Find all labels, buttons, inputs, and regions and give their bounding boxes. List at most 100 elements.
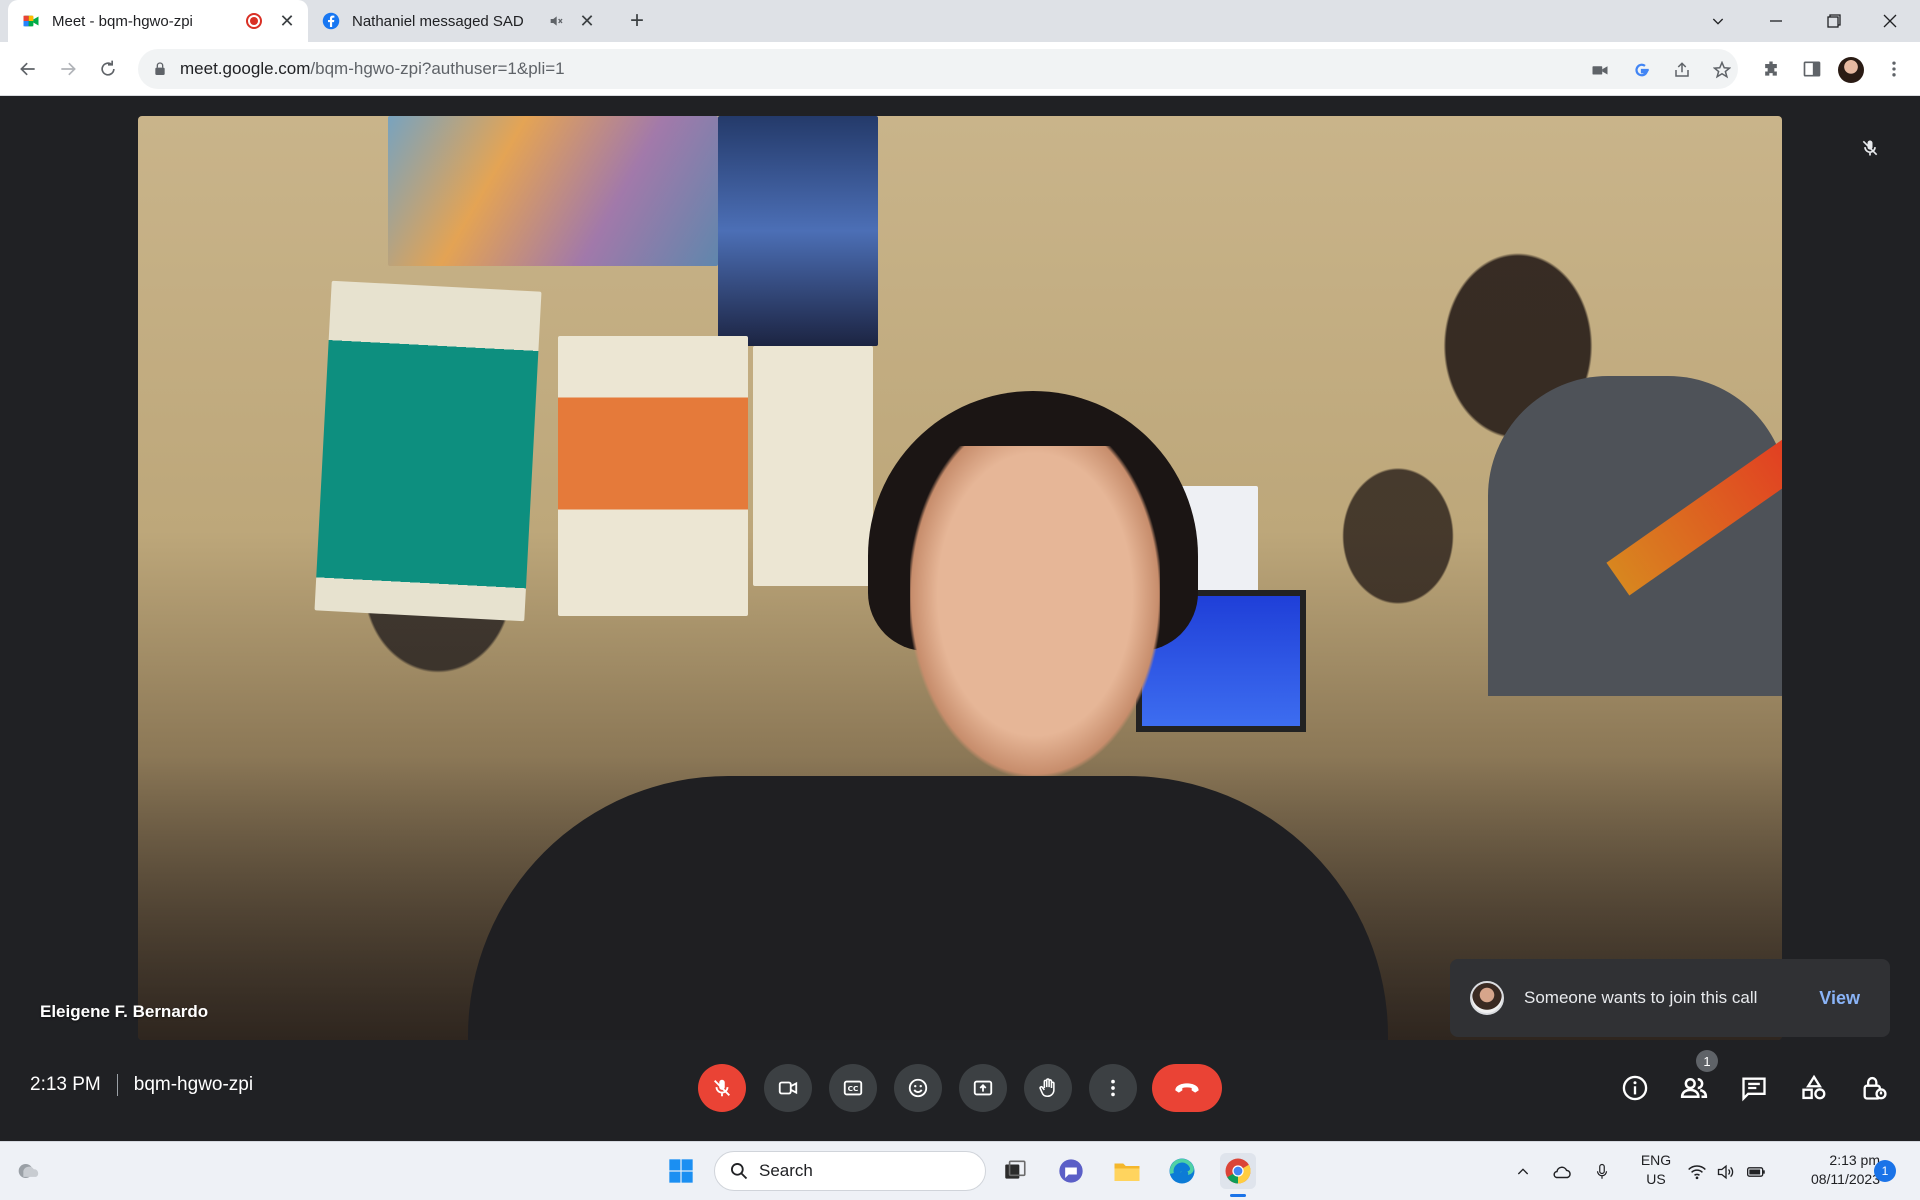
extensions-icon[interactable] (1757, 55, 1785, 83)
minimize-button[interactable] (1748, 0, 1804, 42)
lock-icon[interactable] (152, 61, 168, 77)
edge-browser-icon[interactable] (1164, 1153, 1200, 1189)
chat-icon (1742, 1077, 1766, 1102)
wifi-icon[interactable] (1685, 1160, 1709, 1184)
url-path: /bqm-hgwo-zpi?authuser=1&pli=1 (310, 59, 565, 78)
clock-time: 2:13 pm (1829, 1152, 1880, 1168)
windows-logo-icon (669, 1159, 693, 1183)
teams-chat-icon[interactable] (1053, 1153, 1089, 1189)
browser-toolbar: meet.google.com/bqm-hgwo-zpi?authuser=1&… (0, 42, 1920, 96)
forward-button[interactable] (52, 53, 84, 85)
requester-avatar (1470, 981, 1504, 1015)
camera-in-use-icon[interactable] (1590, 60, 1610, 80)
show-hidden-icons-chevron-icon[interactable] (1511, 1160, 1535, 1184)
activities-icon (1802, 1074, 1826, 1100)
restore-button[interactable] (1806, 0, 1862, 42)
url-host: meet.google.com (180, 59, 311, 78)
close-tab-icon[interactable]: ✕ (274, 8, 300, 34)
back-button[interactable] (12, 53, 44, 85)
more-vert-icon (1111, 1079, 1115, 1097)
poster (388, 116, 718, 266)
activities-button[interactable] (1798, 1072, 1830, 1104)
person-right (1488, 376, 1782, 696)
language-code: ENG (1640, 1152, 1672, 1168)
google-meet-icon (23, 15, 39, 27)
toggle-mic-button[interactable] (698, 1064, 746, 1112)
participant-video[interactable] (138, 116, 1782, 1040)
system-clock[interactable]: 2:13 pm 08/11/2023 (1780, 1151, 1880, 1189)
close-tab-icon[interactable]: ✕ (574, 8, 600, 34)
bookmark-star-icon[interactable] (1712, 60, 1732, 80)
chat-button[interactable] (1738, 1072, 1770, 1104)
divider (116, 1074, 118, 1096)
people-button[interactable] (1678, 1072, 1710, 1104)
tab-title: Nathaniel messaged SAD (352, 12, 524, 30)
closed-captions-icon: CC (843, 1080, 863, 1096)
host-controls-button[interactable] (1858, 1072, 1890, 1104)
more-options-button[interactable] (1089, 1064, 1137, 1112)
chrome-browser-icon[interactable] (1220, 1153, 1256, 1189)
info-icon (1622, 1075, 1648, 1101)
input-language[interactable]: ENG US (1634, 1151, 1678, 1189)
reactions-button[interactable] (894, 1064, 942, 1112)
tab-facebook[interactable]: Nathaniel messaged SAD ✕ (308, 0, 608, 42)
weather-widget-icon[interactable] (10, 1153, 46, 1189)
wanted-poster (558, 336, 748, 616)
reload-button[interactable] (92, 53, 124, 85)
search-placeholder: Search (759, 1161, 813, 1180)
end-call-icon (1175, 1083, 1199, 1093)
battery-icon[interactable] (1744, 1160, 1768, 1184)
google-lens-icon[interactable] (1632, 60, 1652, 80)
close-window-button[interactable] (1862, 0, 1918, 42)
toggle-camera-button[interactable] (764, 1064, 812, 1112)
active-app-indicator (1230, 1194, 1246, 1197)
tab-meet[interactable]: Meet - bqm-hgwo-zpi ✕ (8, 0, 308, 42)
present-screen-button[interactable] (959, 1064, 1007, 1112)
wanted-poster (314, 280, 542, 622)
people-count-badge: 1 (1696, 1050, 1718, 1072)
person-center-face (910, 446, 1160, 776)
notification-count-badge[interactable]: 1 (1874, 1160, 1896, 1182)
keyboard-layout: US (1646, 1171, 1666, 1187)
present-screen-icon (973, 1080, 993, 1096)
profile-avatar[interactable] (1838, 57, 1864, 83)
search-icon (731, 1163, 748, 1180)
join-request-message: Someone wants to join this call (1524, 988, 1758, 1007)
browser-tabstrip: Meet - bqm-hgwo-zpi ✕ Nathaniel messaged… (0, 0, 1920, 42)
host-lock-icon (1863, 1076, 1887, 1100)
svg-text:CC: CC (848, 1084, 859, 1093)
meeting-info: 2:13 PM bqm-hgwo-zpi (30, 1074, 253, 1096)
meeting-time: 2:13 PM (30, 1074, 101, 1095)
clock-date: 08/11/2023 (1810, 1171, 1880, 1187)
menu-kebab-icon[interactable] (1880, 55, 1908, 83)
task-view-icon[interactable] (997, 1153, 1033, 1189)
volume-icon[interactable] (1714, 1160, 1738, 1184)
raise-hand-button[interactable] (1024, 1064, 1072, 1112)
share-icon[interactable] (1672, 60, 1692, 80)
people-icon (1680, 1078, 1708, 1098)
meeting-details-button[interactable] (1619, 1072, 1651, 1104)
file-explorer-icon[interactable] (1109, 1153, 1145, 1189)
person-center-shirt (468, 776, 1388, 1040)
poster (718, 116, 878, 346)
new-tab-button[interactable]: + (622, 6, 652, 36)
captions-button[interactable]: CC (829, 1064, 877, 1112)
microphone-in-use-icon[interactable] (1590, 1160, 1614, 1184)
wanted-poster (753, 346, 873, 586)
mic-off-indicator-icon (1857, 135, 1883, 161)
taskbar-search[interactable]: Search (714, 1151, 986, 1191)
facebook-icon (322, 12, 340, 30)
onedrive-cloud-icon[interactable] (1550, 1160, 1574, 1184)
join-request-toast: Someone wants to join this call View (1450, 959, 1890, 1037)
meet-stage: Eleigene F. Bernardo Someone wants to jo… (0, 97, 1920, 1141)
view-join-request-button[interactable]: View (1819, 988, 1860, 1009)
speaker-muted-icon[interactable] (548, 13, 564, 29)
start-button[interactable] (663, 1153, 699, 1189)
mic-off-icon (714, 1079, 730, 1097)
tab-search-icon[interactable] (1690, 0, 1746, 42)
leave-call-button[interactable] (1152, 1064, 1222, 1112)
emoji-icon (908, 1078, 928, 1098)
address-bar[interactable]: meet.google.com/bqm-hgwo-zpi?authuser=1&… (138, 49, 1738, 89)
side-panel-icon[interactable] (1798, 55, 1826, 83)
hand-icon (1039, 1078, 1055, 1098)
